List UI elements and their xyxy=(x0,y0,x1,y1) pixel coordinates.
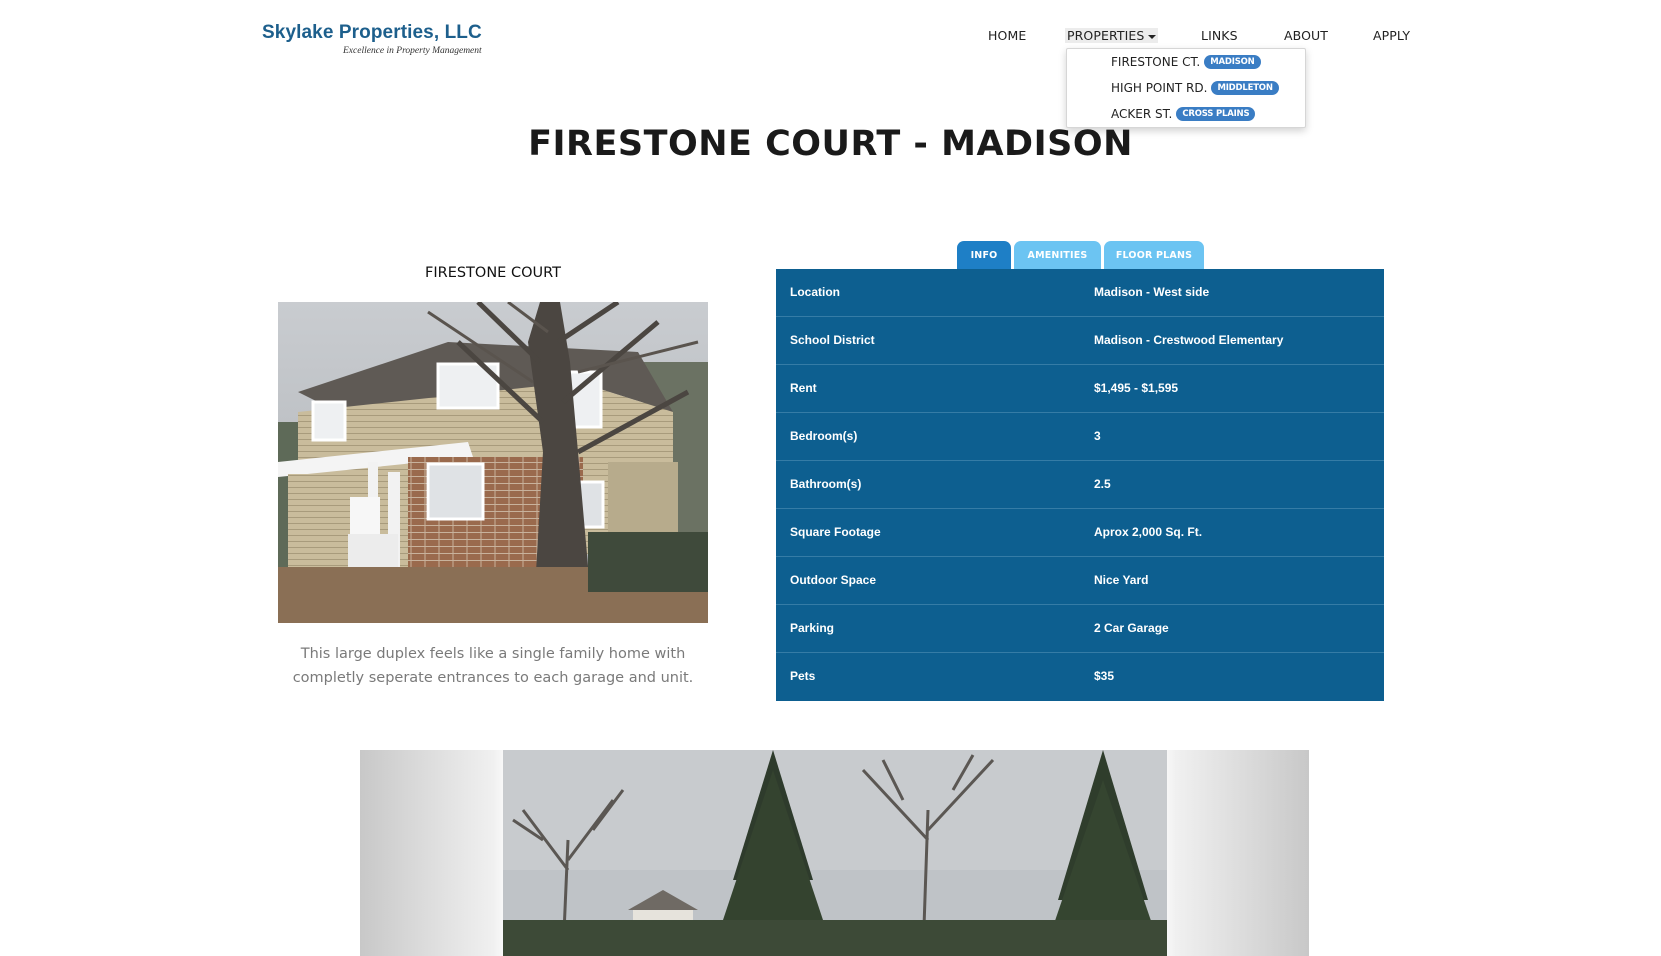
table-row: School District Madison - Crestwood Elem… xyxy=(776,317,1384,365)
row-label: Bathroom(s) xyxy=(790,477,862,491)
tab-info[interactable]: INFO xyxy=(957,241,1011,269)
row-value: 2 Car Garage xyxy=(1094,621,1169,635)
row-label: Bedroom(s) xyxy=(790,429,858,443)
table-row: Pets $35 xyxy=(776,653,1384,701)
nav-links[interactable]: LINKS xyxy=(1201,28,1238,43)
dropdown-item-firestone[interactable]: FIRESTONE CT. MADISON xyxy=(1111,55,1261,69)
row-value: 3 xyxy=(1094,429,1101,443)
row-label: Pets xyxy=(790,669,816,683)
nav-about[interactable]: ABOUT xyxy=(1284,28,1328,43)
location-badge: MADISON xyxy=(1204,55,1261,69)
caret-down-icon xyxy=(1148,34,1157,39)
table-row: Rent $1,495 - $1,595 xyxy=(776,365,1384,413)
tab-floor-plans[interactable]: FLOOR PLANS xyxy=(1104,241,1204,269)
table-row: Bathroom(s) 2.5 xyxy=(776,461,1384,509)
main-nav: HOME PROPERTIES LINKS ABOUT APPLY xyxy=(0,28,1661,48)
row-label: Location xyxy=(790,285,840,299)
row-label: Parking xyxy=(790,621,835,635)
location-badge: CROSS PLAINS xyxy=(1176,107,1256,121)
row-label: Outdoor Space xyxy=(790,573,877,587)
dropdown-item-label: FIRESTONE CT. xyxy=(1111,55,1201,69)
dropdown-item-high-point[interactable]: HIGH POINT RD. MIDDLETON xyxy=(1111,81,1279,95)
row-value: $1,495 - $1,595 xyxy=(1094,381,1179,395)
location-badge: MIDDLETON xyxy=(1211,81,1279,95)
row-label: Square Footage xyxy=(790,525,881,539)
row-value: Madison - West side xyxy=(1094,285,1210,299)
table-row: Square Footage Aprox 2,000 Sq. Ft. xyxy=(776,509,1384,557)
row-label: School District xyxy=(790,333,875,347)
table-row: Location Madison - West side xyxy=(776,269,1384,317)
tab-amenities[interactable]: AMENITIES xyxy=(1014,241,1101,269)
nav-home[interactable]: HOME xyxy=(988,28,1026,43)
row-label: Rent xyxy=(790,381,817,395)
page-title: FIRESTONE COURT - MADISON xyxy=(528,124,1133,164)
table-row: Bedroom(s) 3 xyxy=(776,413,1384,461)
dropdown-item-label: ACKER ST. xyxy=(1111,107,1173,121)
nav-properties-label: PROPERTIES xyxy=(1067,28,1145,43)
row-value: 2.5 xyxy=(1094,477,1111,491)
row-value: Madison - Crestwood Elementary xyxy=(1094,333,1284,347)
property-subtitle: FIRESTONE COURT xyxy=(425,265,561,281)
property-photo xyxy=(278,302,708,623)
dropdown-item-label: HIGH POINT RD. xyxy=(1111,81,1208,95)
properties-dropdown: FIRESTONE CT. MADISON HIGH POINT RD. MID… xyxy=(1066,48,1306,128)
info-table: Location Madison - West side School Dist… xyxy=(776,269,1384,701)
nav-properties[interactable]: PROPERTIES xyxy=(1065,28,1159,43)
row-value: Aprox 2,000 Sq. Ft. xyxy=(1094,525,1203,539)
row-value: Nice Yard xyxy=(1094,573,1149,587)
row-value: $35 xyxy=(1094,669,1115,683)
slider-photo xyxy=(503,750,1167,956)
table-row: Outdoor Space Nice Yard xyxy=(776,557,1384,605)
table-row: Parking 2 Car Garage xyxy=(776,605,1384,653)
dropdown-item-acker[interactable]: ACKER ST. CROSS PLAINS xyxy=(1111,107,1256,121)
image-slider[interactable] xyxy=(360,750,1309,956)
property-description: This large duplex feels like a single fa… xyxy=(292,646,694,686)
nav-apply[interactable]: APPLY xyxy=(1373,28,1410,43)
